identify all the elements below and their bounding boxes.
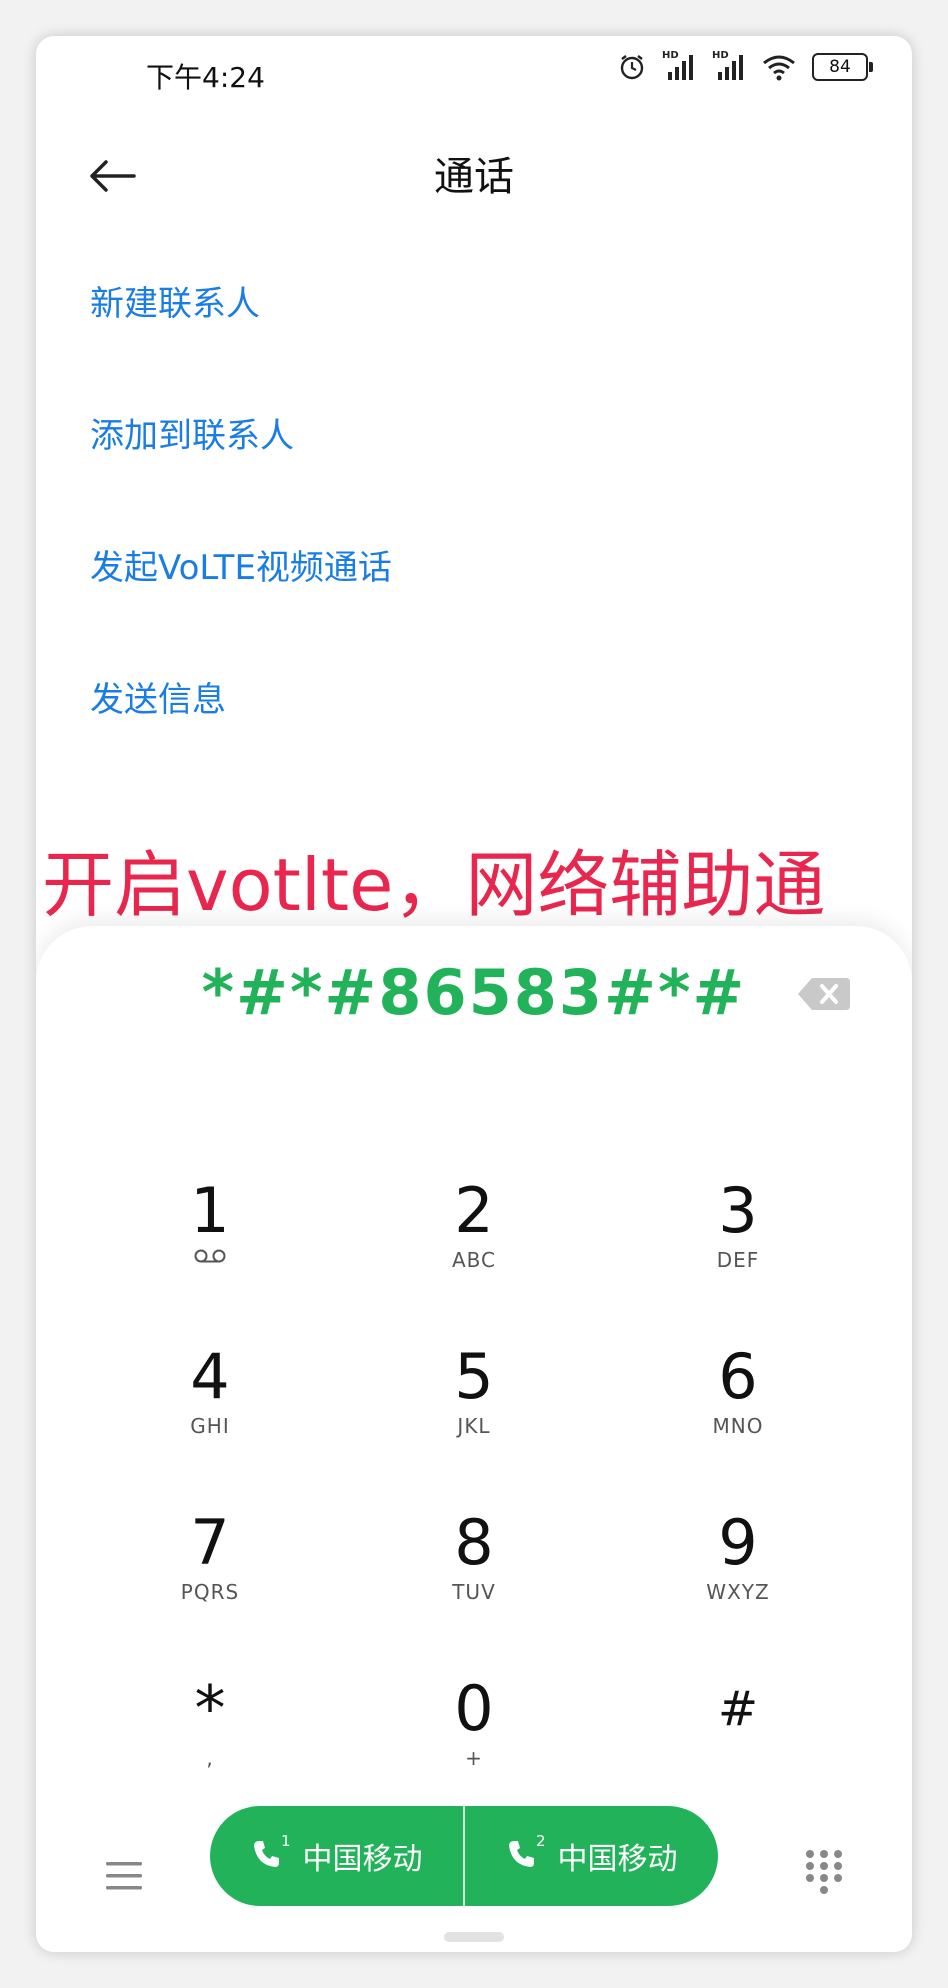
dialer-sheet: *#*#86583#*# 1 2 ABC 3 DEF 4 GHI 5 JKL 6… — [36, 926, 912, 1952]
key-7[interactable]: 7 PQRS — [120, 1506, 300, 1636]
key-6[interactable]: 6 MNO — [648, 1340, 828, 1470]
signal-bars-icon — [668, 55, 693, 80]
key-digit: 2 — [454, 1174, 494, 1247]
key-digit: 0 — [454, 1672, 494, 1745]
key-4[interactable]: 4 GHI — [120, 1340, 300, 1470]
key-digit: 5 — [454, 1340, 494, 1413]
key-8[interactable]: 8 TUV — [384, 1506, 564, 1636]
menu-item-new-contact[interactable]: 新建联系人 — [90, 276, 260, 325]
key-letters: , — [206, 1746, 214, 1770]
phone-icon — [253, 1841, 279, 1867]
key-letters: WXYZ — [706, 1580, 770, 1604]
call-sim1-button[interactable]: 1 中国移动 — [210, 1806, 463, 1906]
sim1-indicator: 1 — [251, 1832, 291, 1874]
key-letters: ABC — [451, 1248, 496, 1272]
key-star[interactable]: * , — [120, 1672, 300, 1802]
overlay-caption: 开启votlte，网络辅助通 — [42, 843, 826, 927]
key-letters: DEF — [716, 1248, 760, 1272]
key-digit: 7 — [190, 1506, 230, 1579]
key-digit: * — [194, 1672, 226, 1745]
signal-bars-icon — [718, 55, 743, 80]
key-2[interactable]: 2 ABC — [384, 1174, 564, 1304]
signal-1: HD — [662, 50, 696, 82]
keypad-toggle-button[interactable] — [802, 1846, 846, 1896]
wifi-icon — [763, 55, 795, 81]
key-letters: TUV — [452, 1580, 496, 1604]
hamburger-icon — [106, 1862, 142, 1890]
key-letters: + — [465, 1746, 483, 1770]
key-hash[interactable]: # — [648, 1672, 828, 1802]
call-buttons: 1 中国移动 2 中国移动 — [210, 1806, 718, 1906]
dialed-number: *#*#86583#*# — [201, 956, 747, 1029]
battery-indicator: 84 — [812, 53, 873, 81]
menu-item-add-to-contact[interactable]: 添加到联系人 — [90, 408, 294, 457]
phone-icon — [508, 1841, 534, 1867]
key-letters: PQRS — [180, 1580, 240, 1604]
key-digit: 3 — [718, 1174, 758, 1247]
phone-screen: 下午4:24 HD HD 84 通话 新建联系人 添加到联系人 发起VoLTE视… — [36, 36, 912, 1952]
call-sim2-button[interactable]: 2 中国移动 — [465, 1806, 718, 1906]
key-3[interactable]: 3 DEF — [648, 1174, 828, 1304]
voicemail-icon — [194, 1249, 226, 1263]
home-indicator — [444, 1932, 504, 1942]
menu-button[interactable] — [102, 1856, 146, 1896]
key-letters: MNO — [712, 1414, 764, 1438]
key-1[interactable]: 1 — [120, 1174, 300, 1304]
key-5[interactable]: 5 JKL — [384, 1340, 564, 1470]
key-letters: JKL — [457, 1414, 491, 1438]
status-time: 下午4:24 — [146, 61, 265, 94]
page-title: 通话 — [434, 154, 514, 200]
key-digit: # — [717, 1681, 759, 1737]
sim1-slot-label: 1 — [280, 1832, 291, 1850]
key-9[interactable]: 9 WXYZ — [648, 1506, 828, 1636]
sim2-indicator: 2 — [506, 1832, 546, 1874]
keypad-icon — [806, 1850, 842, 1894]
key-letters: GHI — [190, 1414, 230, 1438]
key-0[interactable]: 0 + — [384, 1672, 564, 1802]
sim2-carrier-label: 中国移动 — [557, 1842, 678, 1877]
backspace-icon — [798, 978, 850, 1010]
key-digit: 1 — [190, 1174, 230, 1247]
backspace-button[interactable] — [796, 974, 852, 1014]
menu-item-send-message[interactable]: 发送信息 — [90, 672, 226, 721]
sim2-slot-label: 2 — [535, 1832, 546, 1850]
key-digit: 8 — [454, 1506, 494, 1579]
sim1-carrier-label: 中国移动 — [302, 1842, 423, 1877]
signal-2: HD — [712, 50, 746, 82]
key-digit: 9 — [718, 1506, 758, 1579]
key-digit: 4 — [190, 1340, 230, 1413]
menu-item-volte-video-call[interactable]: 发起VoLTE视频通话 — [90, 540, 392, 589]
alarm-icon — [620, 55, 644, 80]
key-digit: 6 — [718, 1340, 758, 1413]
status-icons: HD HD 84 — [618, 50, 873, 82]
